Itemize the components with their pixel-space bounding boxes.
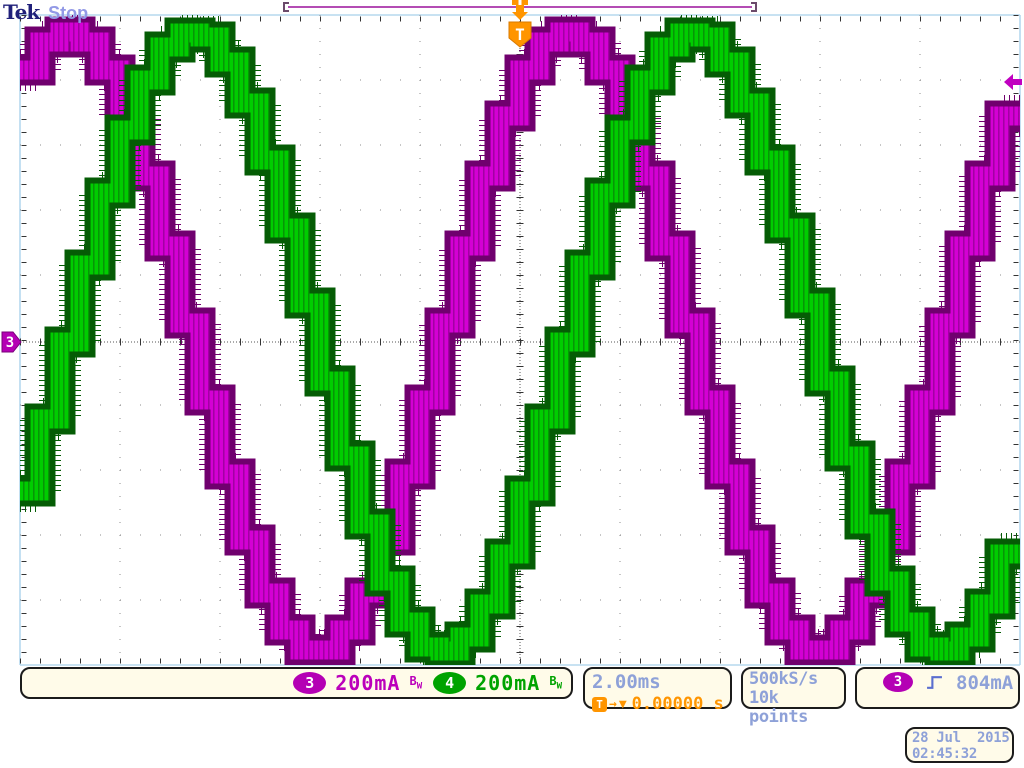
trigger-source-badge: 3 <box>883 672 913 692</box>
trigger-t-icon: T <box>592 697 607 712</box>
channel-3-readout: 3 200mA BW <box>293 671 422 695</box>
acquisition-status: Stop <box>48 3 88 24</box>
right-arrow-icon: → <box>609 697 617 712</box>
trigger-level-value: 804mA <box>956 672 1013 694</box>
channel-3-badge: 3 <box>293 672 326 694</box>
channel-3-ground-marker: 3 <box>2 332 21 352</box>
date-value: 28 Jul 2015 <box>912 730 1012 746</box>
timebase-scale: 2.00ms <box>592 671 730 693</box>
channel-3-scale: 200mA <box>335 671 400 695</box>
channel-readout-box: 3 200mA BW 4 200mA BW <box>20 667 573 699</box>
header-bar: Tek Stop <box>3 0 88 22</box>
record-length: 10k points <box>749 689 844 727</box>
channel-4-badge: 4 <box>433 672 466 694</box>
channel-4-scale: 200mA <box>475 671 540 695</box>
acquisition-readout-box: 500kS/s 10k points <box>741 667 846 709</box>
svg-text:3: 3 <box>6 335 14 351</box>
svg-text:T: T <box>515 25 525 44</box>
bw-sub: W <box>417 682 422 692</box>
trigger-readout-box: 3 804mA <box>855 667 1020 709</box>
rising-edge-icon <box>926 674 943 691</box>
tek-logo: Tek <box>3 0 39 24</box>
record-view-bar <box>284 0 756 20</box>
bw-letter: B <box>549 674 556 688</box>
waveform-display: T3 <box>0 0 1024 768</box>
channel-4-readout: 4 200mA BW <box>433 671 562 695</box>
trigger-position-value: 0.00000 s <box>632 694 724 714</box>
datetime-box: 28 Jul 2015 02:45:32 <box>905 727 1014 763</box>
trigger-position-readout: T → ▼ 0.00000 s <box>592 694 730 714</box>
time-value: 02:45:32 <box>912 746 1012 762</box>
down-arrow-icon: ▼ <box>619 697 627 712</box>
bw-sub: W <box>557 682 562 692</box>
bandwidth-limit-icon: BW <box>409 674 422 691</box>
bw-letter: B <box>409 674 416 688</box>
bandwidth-limit-icon: BW <box>549 674 562 691</box>
timebase-readout-box: 2.00ms T → ▼ 0.00000 s <box>583 667 732 709</box>
sample-rate: 500kS/s <box>749 670 844 689</box>
